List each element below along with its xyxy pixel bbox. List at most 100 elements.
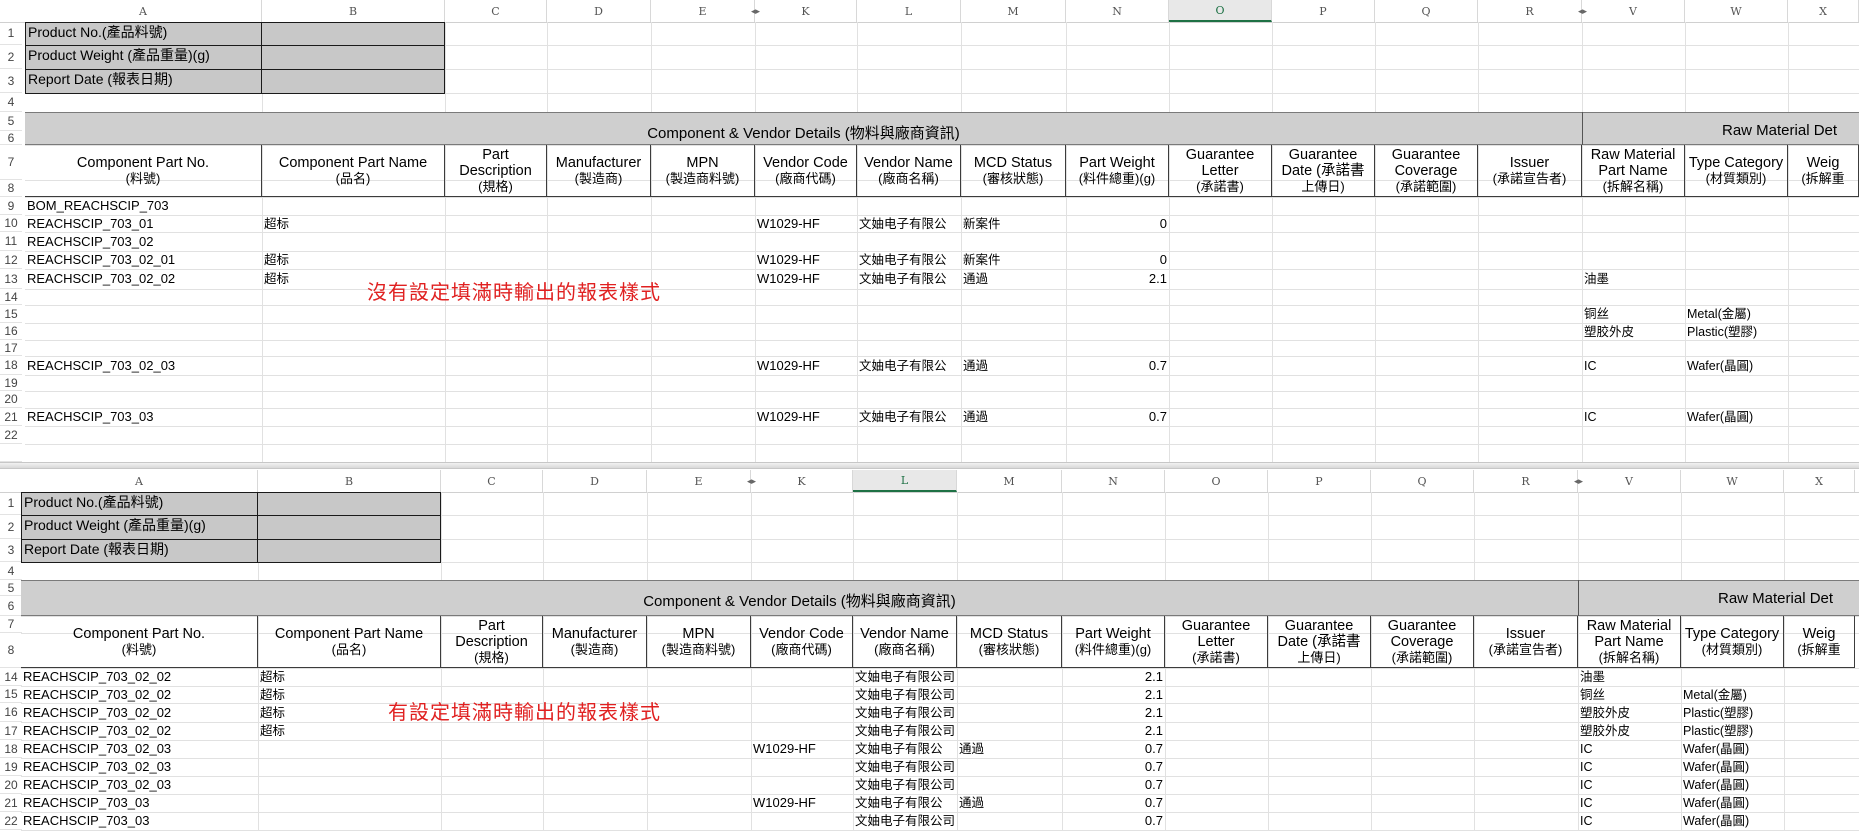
cell-n[interactable]: 2.1 <box>1062 705 1165 721</box>
cell-a[interactable] <box>25 427 262 443</box>
cell-k[interactable] <box>755 306 857 322</box>
cell-k[interactable] <box>755 340 857 356</box>
row-header[interactable]: 19 <box>0 375 22 391</box>
column-header-k[interactable]: K <box>751 470 853 492</box>
cell-w[interactable] <box>1685 198 1788 214</box>
cell-n[interactable] <box>1066 198 1169 214</box>
row-header[interactable]: 1 <box>0 492 22 515</box>
row-header[interactable]: 7 <box>0 145 22 180</box>
row-header[interactable]: 17 <box>0 722 22 740</box>
cell-n[interactable]: 2.1 <box>1062 723 1165 739</box>
row-header[interactable]: 15 <box>0 686 22 703</box>
cell-b[interactable] <box>262 340 445 356</box>
row-header[interactable]: 22 <box>0 426 22 444</box>
cell-k[interactable]: W1029-HF <box>755 252 857 268</box>
cell-m[interactable] <box>961 234 1066 250</box>
cell-a[interactable] <box>25 375 262 391</box>
cell-v[interactable]: IC <box>1582 358 1685 374</box>
pane-splitter[interactable] <box>0 462 1859 469</box>
row-header[interactable]: 8 <box>0 180 22 197</box>
cell-w[interactable] <box>1685 392 1788 408</box>
cell-v[interactable] <box>1582 198 1685 214</box>
info-value-cell[interactable] <box>261 45 445 70</box>
cell-a[interactable]: REACHSCIP_703_01 <box>25 216 262 232</box>
cell-a[interactable]: REACHSCIP_703_02_02 <box>21 705 258 721</box>
cell-l[interactable] <box>857 289 961 305</box>
cell-w[interactable] <box>1685 252 1788 268</box>
row-header[interactable]: 3 <box>0 539 22 562</box>
cell-n[interactable]: 0.7 <box>1062 741 1165 757</box>
cell-k[interactable]: W1029-HF <box>751 795 853 811</box>
cell-l[interactable]: 文妯电子有限公 <box>857 252 961 268</box>
row-header[interactable]: 14 <box>0 668 22 686</box>
cell-k[interactable] <box>755 427 857 443</box>
cell-w[interactable] <box>1685 216 1788 232</box>
column-header-d[interactable]: D <box>547 0 651 22</box>
cell-a[interactable]: REACHSCIP_703_02_02 <box>25 271 262 287</box>
cell-v[interactable]: 油墨 <box>1578 669 1681 685</box>
cell-m[interactable] <box>961 392 1066 408</box>
cell-w[interactable] <box>1685 427 1788 443</box>
cell-k[interactable]: W1029-HF <box>755 409 857 425</box>
column-header-r[interactable]: R <box>1478 0 1582 22</box>
column-header-p[interactable]: P <box>1272 0 1375 22</box>
cell-l[interactable]: 文妯电子有限公司 <box>853 723 957 739</box>
cell-m[interactable] <box>961 289 1066 305</box>
column-header-v[interactable]: V <box>1578 470 1681 492</box>
cell-w[interactable]: Wafer(晶圓) <box>1681 759 1784 775</box>
cell-v[interactable] <box>1582 252 1685 268</box>
cell-b[interactable] <box>258 759 441 775</box>
cell-l[interactable]: 文妯电子有限公司 <box>853 687 957 703</box>
cell-k[interactable] <box>751 687 853 703</box>
column-header-m[interactable]: M <box>961 0 1066 22</box>
column-header-e[interactable]: E <box>651 0 755 22</box>
cell-v[interactable] <box>1582 427 1685 443</box>
row-header[interactable]: 2 <box>0 45 22 69</box>
cell-a[interactable]: REACHSCIP_703_02_01 <box>25 252 262 268</box>
cell-a[interactable]: REACHSCIP_703_02_03 <box>21 777 258 793</box>
cell-a[interactable]: REACHSCIP_703_02_02 <box>21 723 258 739</box>
cell-w[interactable] <box>1685 289 1788 305</box>
cell-l[interactable] <box>857 306 961 322</box>
cell-v[interactable] <box>1582 375 1685 391</box>
cell-n[interactable]: 0.7 <box>1062 813 1165 829</box>
cell-m[interactable]: 新案件 <box>961 216 1066 232</box>
column-header-q[interactable]: Q <box>1375 0 1478 22</box>
column-header-o[interactable]: O <box>1165 470 1268 492</box>
row-header[interactable]: 18 <box>0 356 22 375</box>
cell-a[interactable]: REACHSCIP_703_02_03 <box>21 741 258 757</box>
cell-k[interactable] <box>751 759 853 775</box>
column-header-p[interactable]: P <box>1268 470 1371 492</box>
cell-m[interactable]: 通過 <box>957 741 1062 757</box>
cell-k[interactable] <box>751 705 853 721</box>
cell-b[interactable]: 超标 <box>262 216 445 232</box>
cell-b[interactable] <box>258 741 441 757</box>
column-header-c[interactable]: C <box>441 470 543 492</box>
cell-w[interactable]: Metal(金屬) <box>1685 306 1788 322</box>
cell-a[interactable] <box>25 306 262 322</box>
cell-v[interactable]: IC <box>1578 795 1681 811</box>
column-header-q[interactable]: Q <box>1371 470 1474 492</box>
column-header-x[interactable]: X <box>1788 0 1859 22</box>
cell-m[interactable] <box>957 687 1062 703</box>
column-header-k[interactable]: K <box>755 0 857 22</box>
row-header[interactable]: 8 <box>0 633 22 668</box>
cell-a[interactable] <box>25 324 262 340</box>
row-header[interactable]: 13 <box>0 269 22 289</box>
cell-b[interactable] <box>262 306 445 322</box>
column-header-w[interactable]: W <box>1681 470 1784 492</box>
cell-m[interactable] <box>957 705 1062 721</box>
row-header[interactable]: 5 <box>0 112 22 131</box>
column-header-c[interactable]: C <box>445 0 547 22</box>
cell-l[interactable] <box>857 324 961 340</box>
cell-b[interactable] <box>258 777 441 793</box>
cell-k[interactable] <box>755 392 857 408</box>
row-header[interactable]: 7 <box>0 616 22 633</box>
cell-l[interactable]: 文妯电子有限公 <box>857 271 961 287</box>
column-header-x[interactable]: X <box>1784 470 1855 492</box>
column-header-v[interactable]: V <box>1582 0 1685 22</box>
cell-v[interactable]: IC <box>1578 759 1681 775</box>
cell-k[interactable]: W1029-HF <box>755 358 857 374</box>
column-header-r[interactable]: R <box>1474 470 1578 492</box>
cell-n[interactable]: 0.7 <box>1062 795 1165 811</box>
